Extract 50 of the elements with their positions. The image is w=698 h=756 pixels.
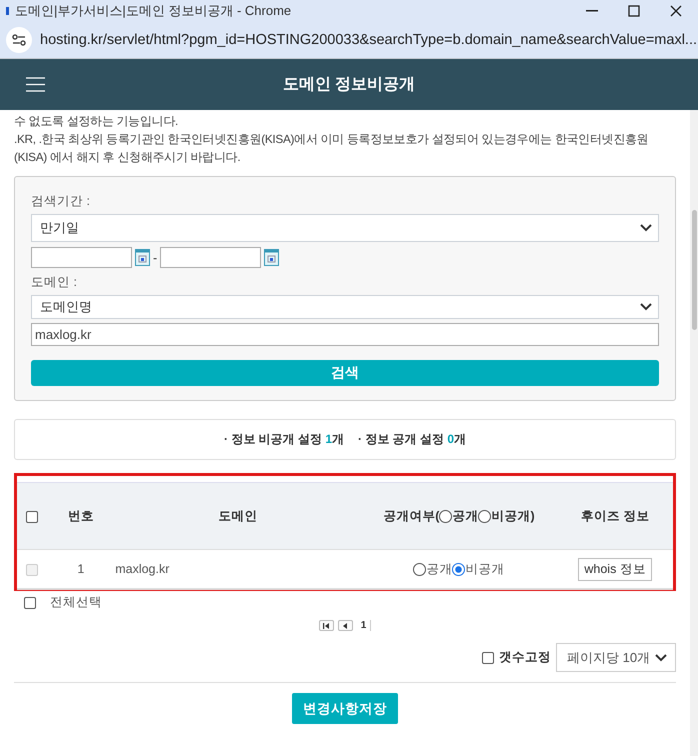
search-field[interactable]: maxlog.kr [31,323,659,346]
radio-label: 비공개 [465,562,504,576]
radio-label: 비공개 [491,508,530,522]
page-number[interactable]: 1 [356,620,372,631]
column-header: 번호 [68,508,94,522]
window-title: 도메인|부가서비스|도메인 정보비공개 - Chrome [15,2,292,20]
column-header: 공개여부( [383,508,440,522]
first-page-icon [322,622,330,628]
column-header: 도메인 [218,508,258,522]
radio-label: 공개 [452,508,478,522]
table-cell: 1 [77,562,84,576]
summary-text: · 정보 공개 설정 0개 [358,431,466,448]
radio-button[interactable] [439,510,452,523]
calendar-icon[interactable] [135,249,150,266]
date-field[interactable] [160,247,262,268]
minimize-icon[interactable] [586,10,598,12]
page-size-select[interactable]: 페이지당 10개 [556,643,676,672]
summary-text: · 정보 비공개 설정 1개 [224,431,344,448]
select-all-checkbox[interactable] [24,596,36,608]
domain-type-select[interactable]: 도메인명 [31,295,659,319]
table-cell: maxlog.kr [115,562,170,576]
radio-label: 공개 [426,562,452,576]
site-settings-icon[interactable] [12,34,26,46]
chevron-down-icon [640,303,652,311]
page-title: 도메인 정보비공개 [282,75,416,95]
description-text: 수 없도록 설정하는 기능입니다. [14,113,180,130]
date-separator: - [153,250,158,264]
menu-icon[interactable] [26,77,45,92]
date-field[interactable] [31,247,132,268]
calendar-icon[interactable] [264,249,280,266]
scrollbar[interactable] [690,110,698,756]
field-label: 검색기간 : [31,193,91,210]
close-icon[interactable] [670,5,682,17]
first-page-button[interactable] [318,620,334,631]
checkbox-label: 갯수고정 [499,649,551,666]
chevron-down-icon [655,654,667,662]
radio-button[interactable] [478,510,492,523]
previous-page-button[interactable] [338,620,353,631]
description-text: .KR, .한국 최상위 등록기관인 한국인터넷진흥원(KISA)에서 이미 등록정보보호가 설정되어 있는경우에는 한국인터넷진흥원(KISA) 에서 해지 후 신청해주시기 바랍니다. [14,131,650,166]
checkbox-label: 전체선택 [50,594,102,611]
tab-favicon-icon [6,7,9,15]
fix-count-checkbox[interactable] [482,652,494,664]
maximize-icon[interactable] [628,5,640,17]
field-label: 도메인 : [31,274,78,291]
chevron-down-icon [640,224,652,232]
column-header: 후이즈 정보 [580,508,650,522]
column-header: ) [530,508,535,522]
previous-icon [342,622,348,628]
header-checkbox[interactable] [26,510,38,523]
period-select[interactable]: 만기일 [31,214,659,242]
